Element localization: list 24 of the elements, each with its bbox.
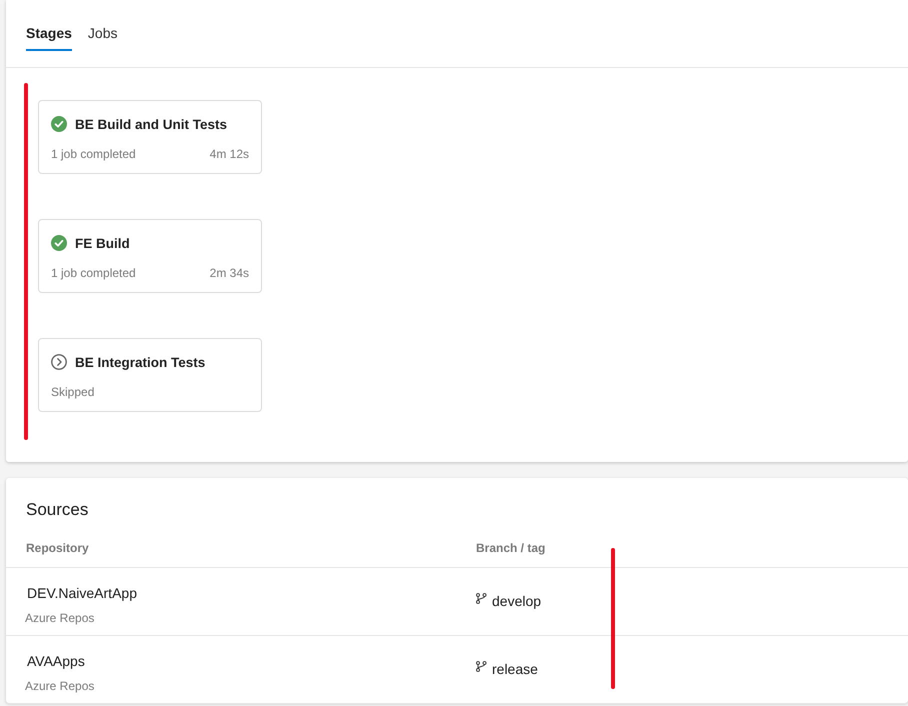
branch-name: release <box>492 660 538 678</box>
stage-summary: 1 job completed <box>51 265 136 281</box>
column-header: Repository <box>26 541 89 555</box>
stage-name: FE Build <box>75 236 130 250</box>
stage-summary: 1 job completed <box>51 146 136 162</box>
column-header: Branch / tag <box>476 541 546 555</box>
stage-card[interactable]: BE Build and Unit Tests 1 job completed 4m 12s <box>38 100 262 174</box>
stage-summary: Skipped <box>51 384 94 400</box>
section-title: Sources <box>26 500 88 519</box>
branch-name: develop <box>492 592 542 610</box>
branch-icon <box>476 593 487 604</box>
stage-card[interactable]: FE Build 1 job completed 2m 34s <box>38 219 262 293</box>
repository-name: DEV.NaiveArtApp <box>27 584 137 603</box>
stage-name: BE Build and Unit Tests <box>75 116 228 132</box>
repository-provider: Azure Repos <box>25 678 94 694</box>
branch-icon <box>476 661 487 672</box>
stage-duration: 4m 12s <box>210 146 249 162</box>
tab[interactable]: Jobs <box>88 23 118 51</box>
stage-card[interactable]: BE Integration Tests Skipped <box>38 338 262 412</box>
repository-name: AVAApps <box>27 652 85 671</box>
stage-name: BE Integration Tests <box>75 354 206 370</box>
stage-duration: 2m 34s <box>210 265 249 281</box>
tab[interactable]: Stages <box>26 23 72 51</box>
repository-provider: Azure Repos <box>25 610 94 626</box>
